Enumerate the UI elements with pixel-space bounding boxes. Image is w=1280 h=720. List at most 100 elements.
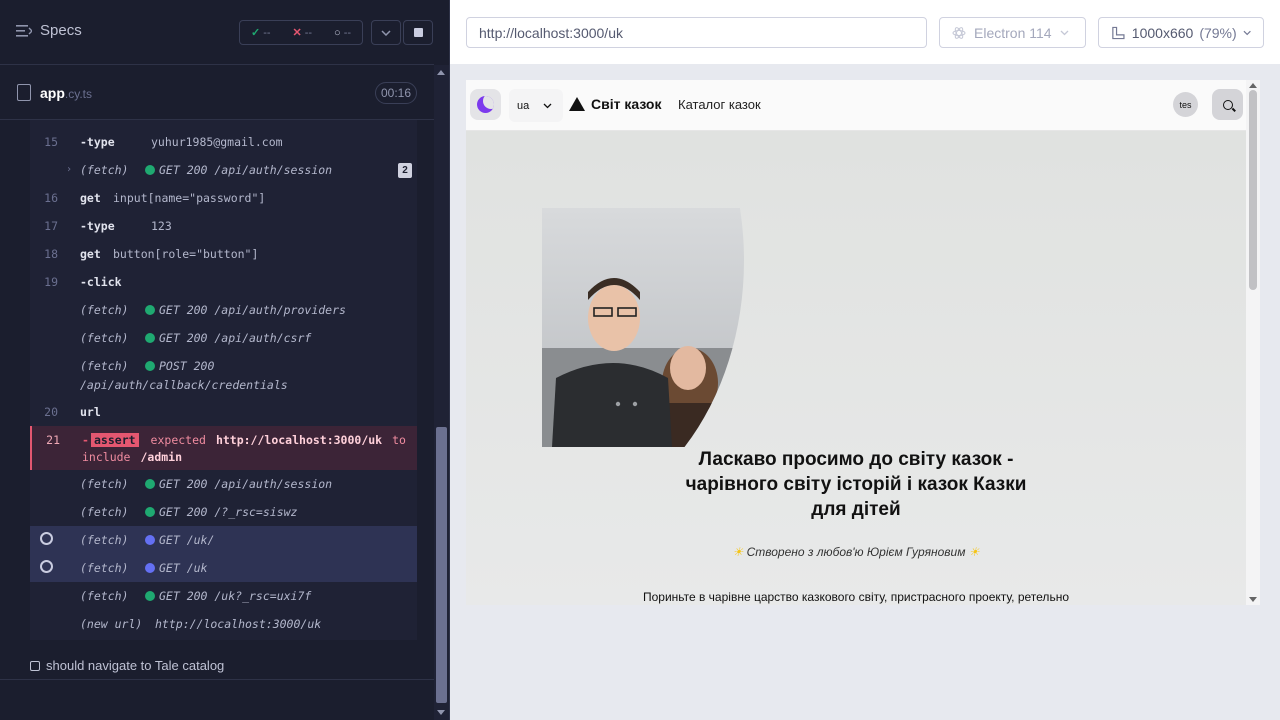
cypress-runner-panel: Specs ✓ -- ✕ -- ○ -- app.cy.ts 00:16 15 -… <box>0 0 450 720</box>
pending-stat: ○ -- <box>334 27 351 39</box>
command-name: (fetch) <box>80 303 129 317</box>
browser-selector[interactable]: Electron 114 <box>939 17 1086 48</box>
command-row[interactable]: 20 url <box>30 398 417 426</box>
status-dot-success-icon <box>145 479 155 489</box>
pending-fetch-row[interactable]: (fetch) GET /uk/ <box>30 526 417 554</box>
hero-subtitle-text: Створено з любов'ю Юрієм Гуряновим <box>746 545 966 559</box>
status-dot-success-icon <box>145 507 155 517</box>
theme-toggle-button[interactable] <box>470 89 501 120</box>
command-name: - <box>82 433 89 447</box>
brand-link[interactable]: Світ казок <box>569 96 662 112</box>
chevron-down-icon <box>1243 30 1251 35</box>
app-navbar: ua Світ казок Каталог казок tes <box>466 80 1246 131</box>
command-name: (fetch) <box>80 505 129 519</box>
command-message: GET 200 /api/auth/csrf <box>145 331 311 345</box>
specs-header: Specs ✓ -- ✕ -- ○ -- <box>0 0 434 65</box>
command-message-text: GET /uk <box>159 561 208 575</box>
moon-icon <box>477 96 494 113</box>
command-row[interactable]: (fetch) POST 200/api/auth/callback/creden… <box>30 352 417 398</box>
logo-icon <box>569 97 585 111</box>
command-message: button[role="button"] <box>113 247 258 261</box>
command-message: GET /uk/ <box>145 533 214 547</box>
aut-url-field[interactable]: http://localhost:3000/uk <box>466 17 927 48</box>
command-row[interactable]: 17 -type 123 <box>30 212 417 240</box>
command-name: url <box>80 405 101 419</box>
command-name: (fetch) <box>80 331 129 345</box>
command-row[interactable]: (new url) http://localhost:3000/uk <box>30 610 417 638</box>
ruler-icon <box>1112 26 1125 39</box>
brand-name: Світ казок <box>591 96 662 112</box>
scroll-down-icon[interactable] <box>437 710 445 715</box>
command-number: 19 <box>44 275 58 289</box>
nav-catalog-link[interactable]: Каталог казок <box>678 97 761 112</box>
command-message: GET 200 /api/auth/providers <box>145 303 346 317</box>
command-row[interactable]: 15 -type yuhur1985@gmail.com <box>30 128 417 156</box>
specs-list-icon <box>16 24 32 37</box>
count-badge: 2 <box>398 163 412 178</box>
command-row[interactable]: › (fetch) GET 200 /api/auth/session 2 <box>30 156 417 184</box>
scroll-thumb[interactable] <box>1249 90 1257 290</box>
hero-title: Ласкаво просимо до світу казок - чарівно… <box>685 449 1027 520</box>
command-row[interactable]: 16 get input[name="password"] <box>30 184 417 212</box>
command-message-text: http://localhost:3000/uk <box>155 617 322 631</box>
command-row[interactable]: (fetch) GET 200 /?_rsc=siswz <box>30 498 417 526</box>
sun-icon: ☀ <box>968 545 980 559</box>
app-scrollbar[interactable] <box>1246 80 1260 605</box>
command-row[interactable]: (fetch) GET 200 /api/auth/providers <box>30 296 417 324</box>
assert-url: http://localhost:3000/uk <box>215 433 383 447</box>
next-test-title: should navigate to Tale catalog <box>46 658 225 673</box>
next-test-item[interactable]: should navigate to Tale catalog <box>30 658 224 673</box>
command-row[interactable]: (fetch) GET 200 /uk?_rsc=uxi7f <box>30 582 417 610</box>
pending-spinner-icon <box>40 532 53 545</box>
language-select[interactable]: ua <box>509 89 563 122</box>
status-dot-success-icon <box>145 305 155 315</box>
failed-stat: ✕ -- <box>292 26 312 39</box>
command-name: (fetch) <box>80 589 129 603</box>
command-message-line2: /api/auth/callback/credentials <box>80 378 288 392</box>
command-name: (fetch) <box>80 533 129 547</box>
specs-toggle[interactable]: Specs <box>16 22 82 39</box>
command-message-text: button[role="button"] <box>113 247 259 261</box>
assert-include: include <box>82 450 131 464</box>
command-log: 15 -type yuhur1985@gmail.com › (fetch) GET 20… <box>30 120 417 640</box>
command-row[interactable]: 19 -click <box>30 268 417 296</box>
command-row[interactable]: (fetch) GET 200 /api/auth/session <box>30 470 417 498</box>
command-row[interactable]: (fetch) GET 200 /api/auth/csrf <box>30 324 417 352</box>
spec-file-ext: .cy.ts <box>64 87 93 101</box>
command-message: input[name="password"] <box>113 191 265 205</box>
viewport-selector[interactable]: 1000x660 (79%) <box>1098 17 1264 48</box>
assert-message: assert expected http://localhost:3000/uk to <box>91 433 406 447</box>
scroll-thumb[interactable] <box>436 427 447 703</box>
command-row[interactable]: 18 get button[role="button"] <box>30 240 417 268</box>
command-message-text: GET 200 /api/auth/csrf <box>159 331 312 345</box>
runner-scrollbar[interactable] <box>434 65 449 720</box>
command-number: 21 <box>46 433 60 447</box>
chevron-down-icon <box>1060 30 1069 35</box>
sun-icon: ☀ <box>732 545 744 559</box>
search-button[interactable] <box>1212 89 1243 120</box>
command-message: GET 200 /uk?_rsc=uxi7f <box>145 589 311 603</box>
scroll-down-icon[interactable] <box>1249 597 1257 602</box>
chevron-right-icon[interactable]: › <box>66 164 72 175</box>
chevron-down-icon <box>381 29 391 36</box>
duration-badge: 00:16 <box>375 82 417 104</box>
scroll-up-icon[interactable] <box>437 70 445 75</box>
command-message: GET 200 /api/auth/session <box>145 163 332 177</box>
command-message-text: GET /uk/ <box>159 533 215 547</box>
command-name: -click <box>80 275 122 289</box>
pending-spinner-icon <box>40 560 53 573</box>
command-name: (fetch) <box>80 359 129 373</box>
collapse-button[interactable] <box>371 20 401 45</box>
scroll-up-icon[interactable] <box>1249 83 1257 88</box>
couple-photo-image <box>542 208 744 447</box>
pending-fetch-row[interactable]: (fetch) GET /uk <box>30 554 417 582</box>
assert-command-row[interactable]: 21 - assert expected http://localhost:3000/u… <box>30 426 417 470</box>
search-icon <box>1222 99 1233 110</box>
command-message: 123 <box>151 219 172 233</box>
command-number: 18 <box>44 247 58 261</box>
test-pending-checkbox-icon <box>30 660 40 671</box>
stop-button[interactable] <box>403 20 433 45</box>
command-message-text: input[name="password"] <box>113 191 266 205</box>
user-avatar[interactable]: tes <box>1173 92 1198 117</box>
stop-icon <box>413 28 423 37</box>
